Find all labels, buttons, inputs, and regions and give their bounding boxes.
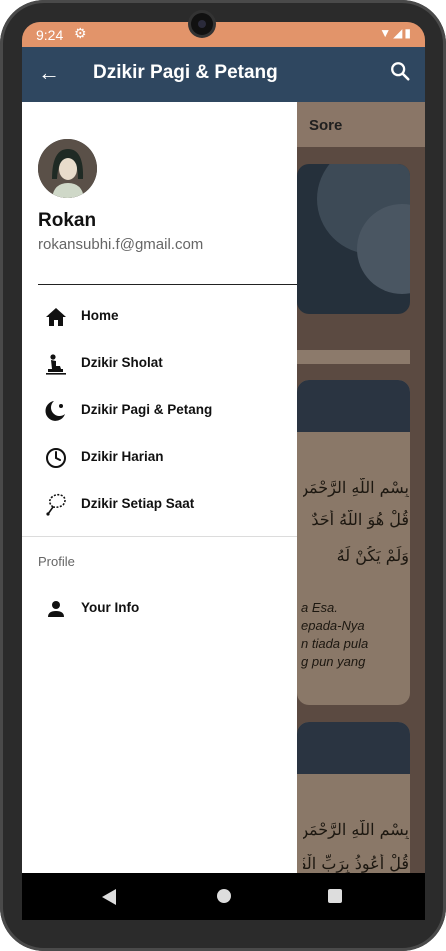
translation-text: n tiada pula [301, 636, 369, 651]
menu-item-dzikir-pagi-petang[interactable]: Dzikir Pagi & Petang [22, 388, 297, 434]
status-time: 9:24 [36, 27, 64, 43]
divider-strip [297, 350, 410, 364]
arabic-text: بِسْمِ اللَّهِ الرَّحْمَنِ الرَّحِيمِ [303, 478, 409, 497]
person-icon [48, 601, 64, 617]
prayer-icon [46, 354, 66, 375]
front-camera [191, 13, 213, 35]
arabic-text: بِسْمِ اللَّهِ الرَّحْمَنِ الرَّحِيمِ [303, 820, 409, 839]
home-icon [46, 308, 66, 326]
menu-item-label: Dzikir Pagi & Petang [81, 402, 213, 417]
menu-item-your-info[interactable]: Your Info [22, 586, 297, 632]
translation-text: a Esa. [301, 600, 338, 615]
header-divider [38, 284, 297, 285]
wifi-icon: ▼ [379, 26, 394, 40]
user-email: rokansubhi.f@gmail.com [38, 236, 204, 253]
arabic-text: قُلْ أَعُوذُ بِرَبِّ الْفَلَقِ [303, 854, 409, 873]
avatar[interactable] [38, 139, 97, 198]
nav-back-icon[interactable] [102, 889, 116, 905]
back-arrow-icon[interactable]: ← [38, 60, 60, 86]
system-nav-bar [22, 873, 425, 920]
signal-icon: ◢ [393, 26, 405, 40]
arabic-text: قُلْ هُوَ اللَّهُ أَحَدٌ [311, 510, 409, 529]
menu-item-dzikir-harian[interactable]: Dzikir Harian [22, 435, 297, 481]
translation-text: epada-Nya [301, 618, 365, 633]
menu-item-label: Dzikir Harian [81, 449, 164, 464]
menu-item-label: Home [81, 308, 119, 323]
screen: 9:24 ⚙ ▼◢▮ ← Dzikir Pagi & Petang Sore ب… [22, 22, 425, 920]
user-name: Rokan [38, 210, 97, 231]
navigation-drawer: Rokan rokansubhi.f@gmail.com Home Dzikir… [22, 102, 297, 920]
app-bar-title: Dzikir Pagi & Petang [93, 62, 278, 83]
arabic-text: وَلَمْ يَكُنْ لَهُ [336, 546, 409, 565]
app-bar: ← Dzikir Pagi & Petang [22, 47, 425, 102]
clock-icon [46, 448, 66, 468]
card-header [297, 380, 410, 432]
nav-home-icon[interactable] [217, 889, 231, 903]
settings-gear-icon: ⚙ [74, 25, 87, 41]
dzikir-card: بِسْمِ اللَّهِ الرَّحْمَنِ الرَّحِيمِ قُ… [297, 380, 410, 705]
menu-item-dzikir-sholat[interactable]: Dzikir Sholat [22, 341, 297, 387]
translation-text: g pun yang [301, 654, 366, 669]
avatar-image [38, 139, 97, 198]
card-header [297, 722, 410, 774]
prayer-beads-icon [46, 493, 66, 516]
header-card [297, 164, 410, 314]
menu-item-home[interactable]: Home [22, 294, 297, 340]
tab-sore[interactable]: Sore [309, 117, 342, 134]
search-icon[interactable] [389, 60, 411, 82]
section-label-profile: Profile [38, 554, 75, 569]
status-bar: 9:24 ⚙ ▼◢▮ [22, 22, 425, 47]
nav-recents-icon[interactable] [328, 889, 342, 903]
menu-item-label: Dzikir Setiap Saat [81, 496, 195, 511]
menu-item-dzikir-setiap-saat[interactable]: Dzikir Setiap Saat [22, 482, 297, 528]
menu-item-label: Dzikir Sholat [81, 355, 163, 370]
status-icons: ▼◢▮ [379, 26, 413, 40]
battery-icon: ▮ [404, 26, 413, 40]
section-divider [22, 536, 297, 537]
menu-item-label: Your Info [81, 600, 140, 615]
moon-sun-icon [45, 401, 65, 421]
